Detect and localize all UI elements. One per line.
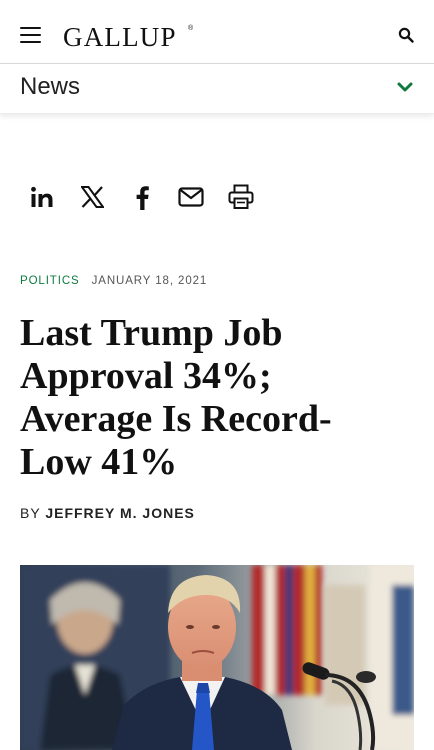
article-hero-image — [20, 565, 414, 750]
top-bar: GALLUP ® — [0, 0, 434, 64]
x-share-button[interactable] — [79, 184, 105, 210]
byline: BY JEFFREY M. JONES — [20, 505, 195, 521]
headline-line: Last Trump Job — [20, 312, 283, 354]
hamburger-menu-icon[interactable] — [20, 27, 41, 44]
byline-prefix: BY — [20, 505, 41, 521]
x-icon — [80, 186, 104, 208]
search-icon[interactable] — [398, 27, 414, 43]
headline-line: Average Is Record- — [20, 398, 332, 440]
facebook-icon — [136, 185, 149, 210]
headline-line: Approval 34%; — [20, 355, 272, 397]
facebook-share-button[interactable] — [129, 184, 155, 210]
registered-mark: ® — [188, 25, 194, 32]
email-share-button[interactable] — [177, 184, 205, 210]
byline-author[interactable]: JEFFREY M. JONES — [45, 505, 195, 521]
headline-line: Low 41% — [20, 441, 178, 483]
article-date: JANUARY 18, 2021 — [91, 275, 208, 287]
print-button[interactable] — [227, 184, 255, 210]
linkedin-icon — [31, 186, 53, 207]
article-meta: POLITICS JANUARY 18, 2021 — [20, 275, 207, 287]
section-nav[interactable]: News — [0, 64, 434, 114]
gallup-logo[interactable]: GALLUP — [63, 22, 177, 53]
printer-icon — [228, 184, 254, 209]
section-nav-label: News — [20, 73, 81, 100]
linkedin-share-button[interactable] — [29, 184, 55, 210]
article-headline: Last Trump Job Approval 34%; Average Is … — [20, 312, 420, 484]
chevron-down-icon[interactable] — [396, 80, 414, 94]
mail-icon — [178, 187, 204, 207]
article-category[interactable]: POLITICS — [20, 275, 80, 287]
